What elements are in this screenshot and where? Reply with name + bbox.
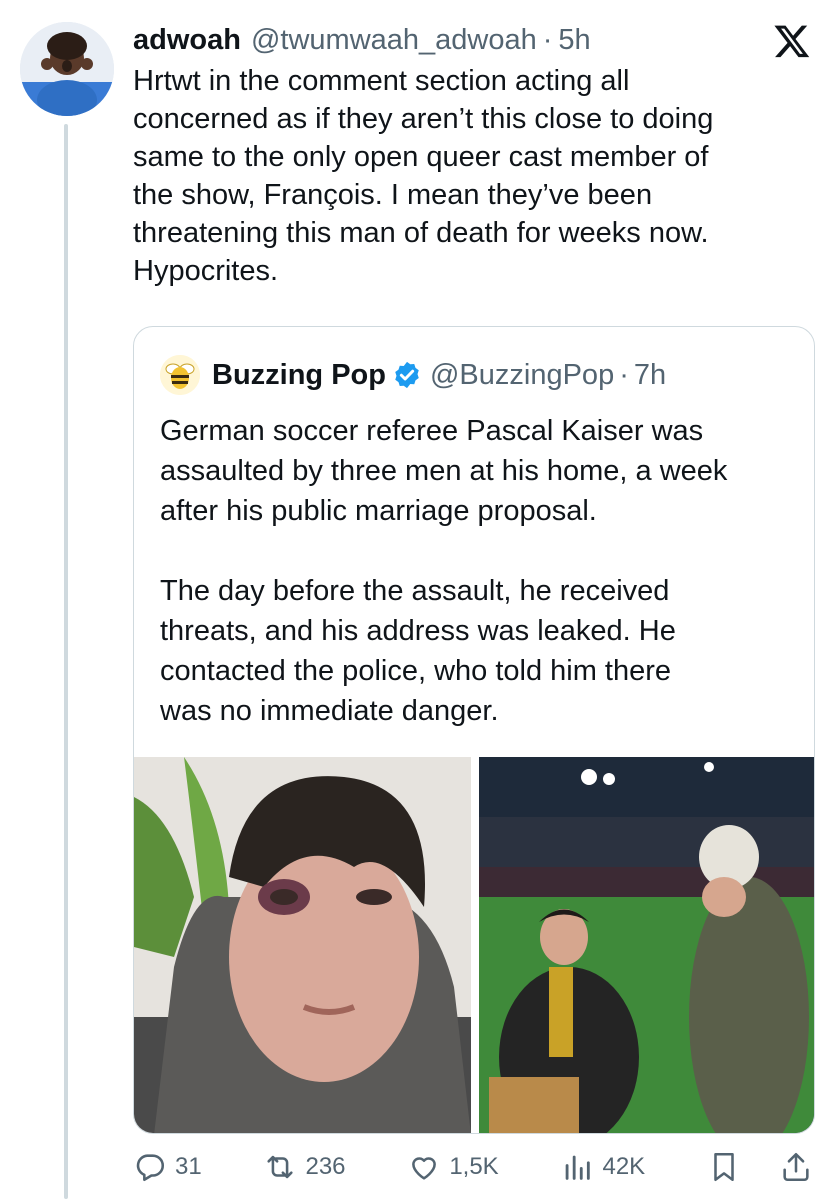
views-count: 42K <box>602 1153 646 1180</box>
share-icon[interactable] <box>779 1150 813 1184</box>
author-handle[interactable]: @twumwaah_adwoah <box>251 24 537 57</box>
bookmark-icon[interactable] <box>707 1150 741 1184</box>
reply-button[interactable]: 31 <box>133 1150 202 1184</box>
reply-count: 31 <box>175 1153 202 1180</box>
verified-badge-icon <box>395 361 419 389</box>
bee-avatar-icon[interactable] <box>160 355 200 395</box>
tweet-header: adwoah @twumwaah_adwoah · 5h <box>133 20 591 60</box>
reply-icon <box>136 1154 165 1182</box>
separator-dot: · <box>542 23 553 56</box>
repost-icon <box>267 1155 294 1179</box>
like-icon <box>412 1157 437 1180</box>
views-button[interactable]: 42K <box>560 1150 645 1184</box>
quote-author-name[interactable]: Buzzing Pop <box>212 359 386 392</box>
quote-author-handle[interactable]: @BuzzingPop <box>430 359 614 392</box>
like-button[interactable]: 1,5K <box>407 1150 499 1184</box>
author-avatar[interactable] <box>20 22 114 116</box>
action-icons-right <box>707 1150 813 1184</box>
action-bar: 31 236 1,5K 42K <box>133 1140 813 1194</box>
views-icon <box>566 1155 591 1180</box>
repost-count: 236 <box>305 1153 346 1180</box>
media-photo-selfie[interactable] <box>134 757 471 1133</box>
quote-text: German soccer referee Pascal Kaiser was … <box>160 415 728 727</box>
quote-header: Buzzing Pop @BuzzingPop · 7h <box>160 355 666 395</box>
quote-separator-dot: · <box>619 358 629 391</box>
repost-button[interactable]: 236 <box>263 1150 346 1184</box>
thread-line <box>64 124 68 1199</box>
quoted-tweet[interactable]: Buzzing Pop @BuzzingPop · 7h German socc… <box>133 326 815 1134</box>
media-photo-stadium[interactable] <box>479 757 814 1133</box>
x-logo-icon[interactable] <box>773 22 811 60</box>
author-name[interactable]: adwoah <box>133 24 241 57</box>
like-count: 1,5K <box>449 1153 499 1180</box>
tweet-text: Hrtwt in the comment section acting all … <box>133 65 714 287</box>
tweet-time[interactable]: 5h <box>558 24 590 57</box>
media-grid <box>134 757 814 1133</box>
quote-time[interactable]: 7h <box>634 359 666 392</box>
